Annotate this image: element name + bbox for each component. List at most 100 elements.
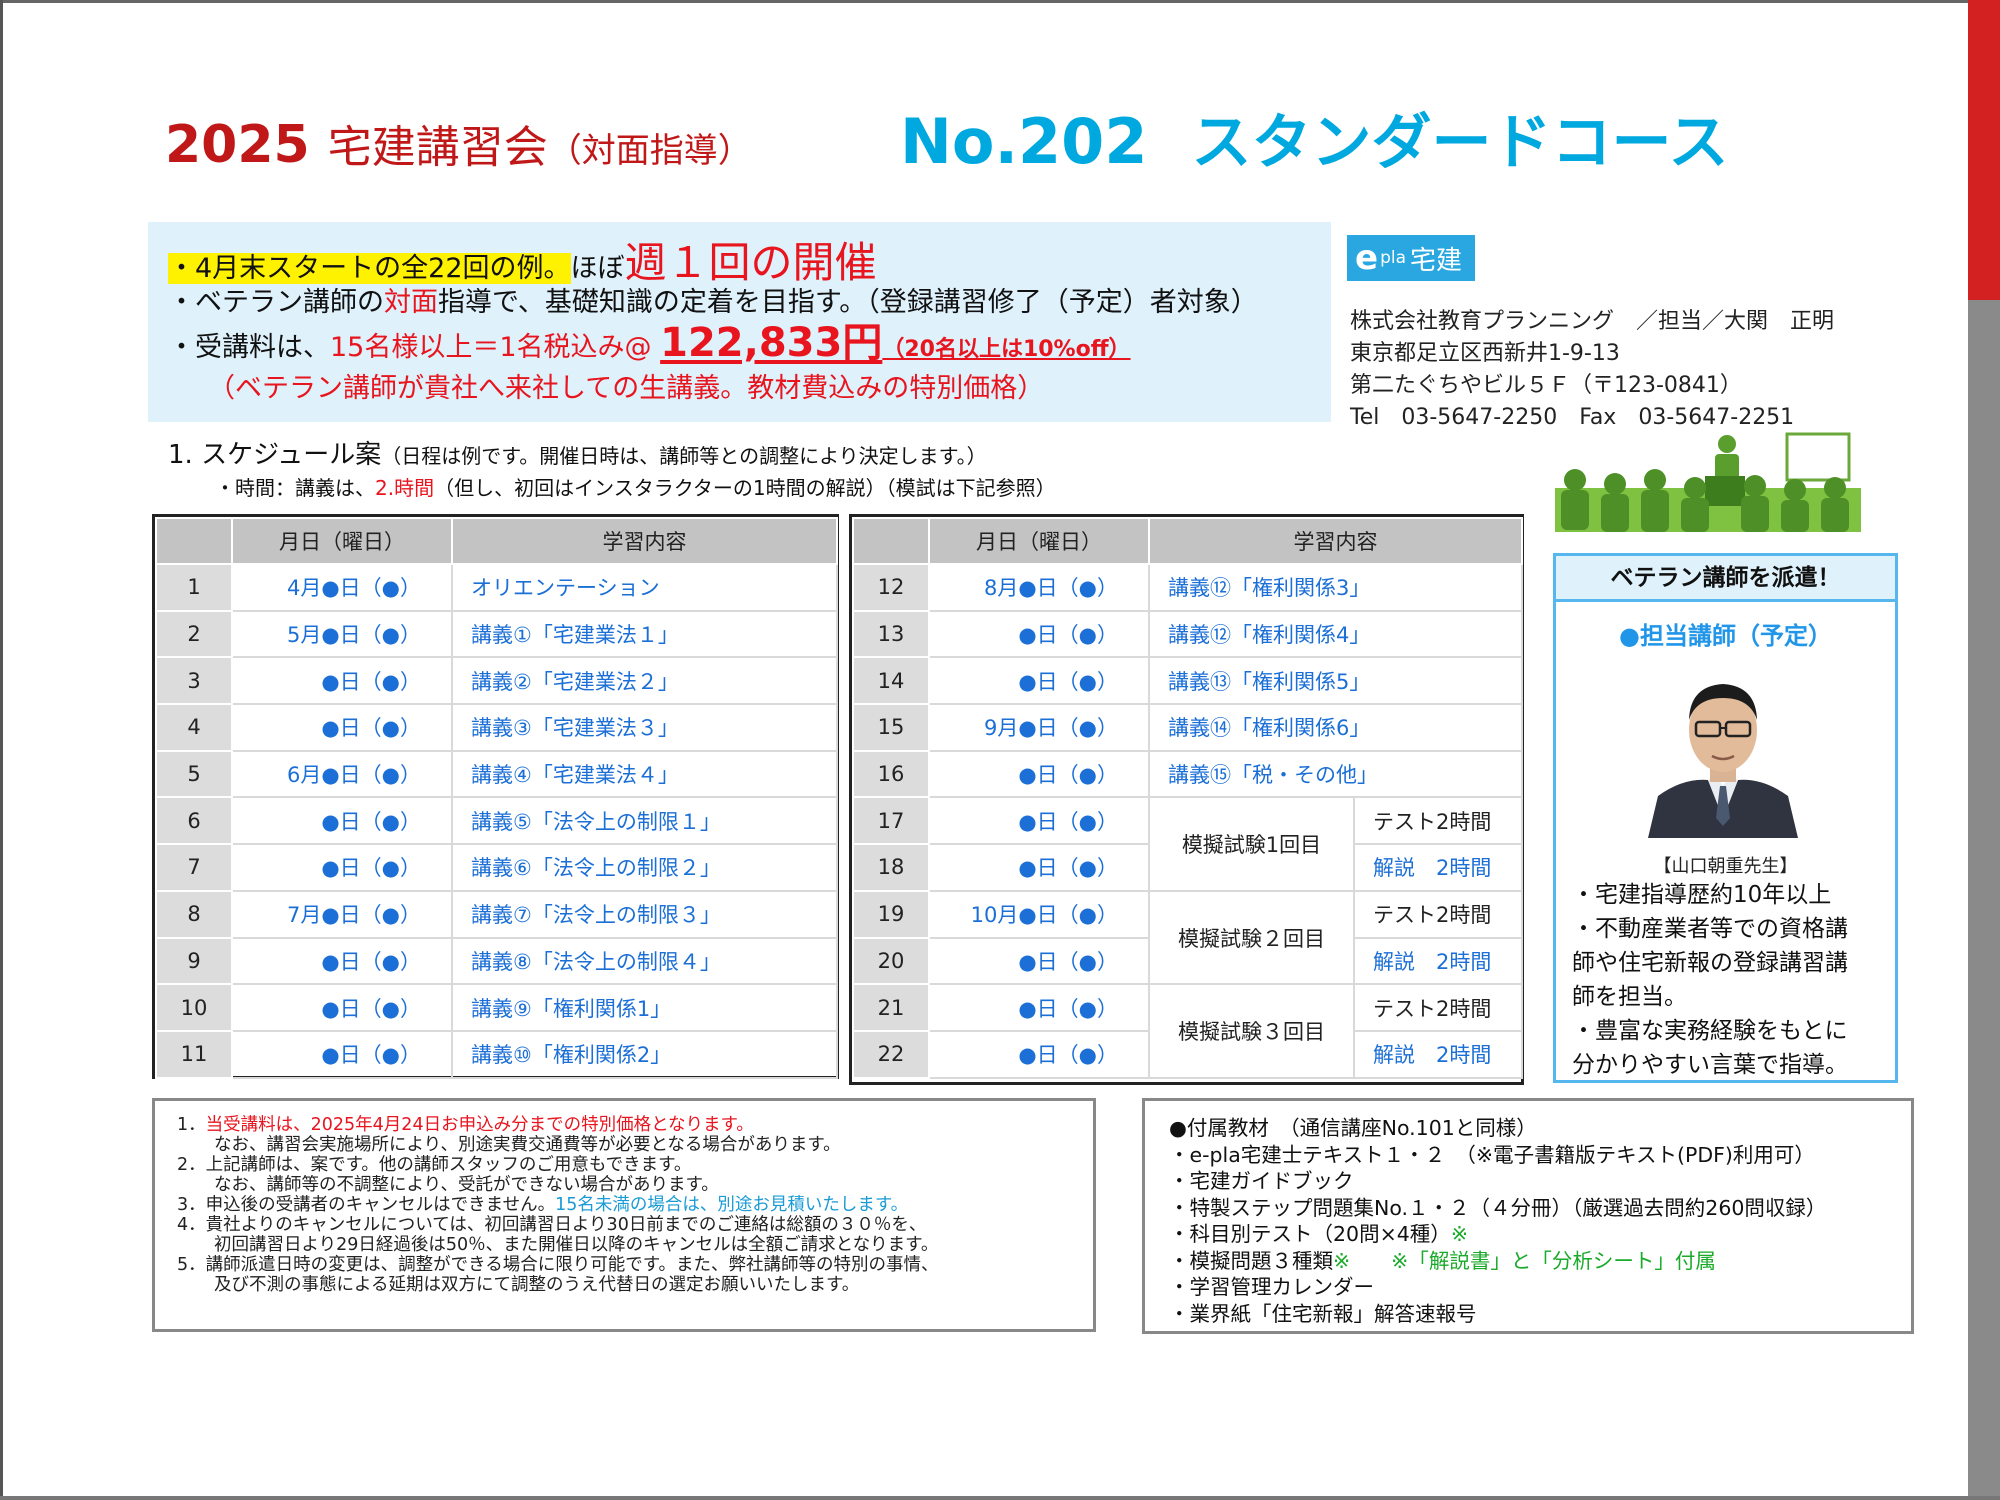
row-number: 16	[852, 749, 930, 799]
material-item: ・宅建ガイドブック	[1169, 1169, 1354, 1193]
page-title: 2025 宅建講習会（対面指導）	[165, 112, 752, 190]
row-number: 5	[155, 749, 233, 799]
bio-line: 師や住宅新報の登録講習講	[1572, 950, 1848, 976]
table-row: 4 ●日（●） 講義③「宅建業法３」	[155, 703, 838, 752]
row-number: 13	[852, 609, 930, 659]
logo-e: e	[1355, 238, 1379, 278]
material-note: ※ ※「解説書」と「分析シート」付属	[1333, 1248, 1716, 1273]
intro-text: 指導で、基礎知識の定着を目指す。（登録講習修了（予定）者対象）	[438, 287, 1258, 318]
intro-line-4: （ベテラン講師が貴社へ来社しての生講義。教材費込みの特別価格）	[208, 373, 1045, 404]
row-date: ●日（●）	[231, 703, 453, 752]
exam-explanation: 解説 2時間	[1353, 843, 1523, 892]
table-row: 10 ●日（●） 講義⑨「権利関係1」	[155, 983, 838, 1032]
material-item: ・模擬問題３種類※ ※「解説書」と「分析シート」付属	[1169, 1248, 1911, 1275]
row-date: ●日（●）	[928, 1029, 1150, 1079]
row-number: 2	[155, 609, 233, 659]
row-date: ●日（●）	[928, 983, 1150, 1032]
row-date: ●日（●）	[231, 656, 453, 706]
course-name: スタンダードコース	[1191, 108, 1729, 178]
row-date: ●日（●）	[231, 843, 453, 892]
table-row: 9 ●日（●） 講義⑧「法令上の制限４」	[155, 936, 838, 986]
row-date: 9月●日（●）	[928, 703, 1150, 752]
note-item: 及び不測の事態による延期は双方にて調整のうえ代替日の選定お願いいたします。	[214, 1275, 860, 1295]
material-item: ・特製ステップ問題集No.１・２（４分冊）（厳選過去問約260問収録）	[1169, 1195, 1827, 1220]
intro-text: ・ベテラン講師の	[168, 287, 384, 318]
bio-line: ・不動産業者等での資格講	[1572, 916, 1848, 942]
table-row: 11 ●日（●） 講義⑩「権利関係2」	[155, 1029, 838, 1079]
material-item: ・e-pla宅建士テキスト１・２ （※電子書籍版テキスト(PDF)利用可）	[1169, 1142, 1815, 1167]
time-text: （但し、初回はインスタラクターの1時間の解説）（模試は下記参照）	[434, 476, 1056, 500]
row-number: 4	[155, 703, 233, 752]
table-row: 2 5月●日（●） 講義①「宅建業法１」	[155, 609, 838, 659]
row-number: 18	[852, 843, 930, 892]
intro-condition: 15名様以上＝1名税込み@	[330, 332, 652, 363]
row-number: 9	[155, 936, 233, 986]
note-item: なお、講習会実施場所により、別途実費交通費等が必要となる場合があります。	[214, 1135, 841, 1155]
time-hours: 2.時間	[375, 476, 435, 500]
row-content: 講義③「宅建業法３」	[451, 703, 838, 752]
materials-heading: ●付属教材 （通信講座No.101と同様）	[1169, 1116, 1537, 1140]
row-content: 講義⑬「権利関係5」	[1148, 656, 1523, 706]
right-accent-red	[1968, 0, 2000, 300]
row-date: ●日（●）	[928, 843, 1150, 892]
row-date: ●日（●）	[928, 609, 1150, 659]
company-info: 株式会社教育プランニング ／担当／大関 正明 東京都足立区西新井1-9-13 第…	[1350, 306, 1834, 434]
note-item: 1．当受講料は、2025年4月24日お申込み分までの特別価格となります。	[177, 1115, 1093, 1135]
exam-name: 模擬試験３回目	[1148, 983, 1355, 1079]
table-row: 5 6月●日（●） 講義④「宅建業法４」	[155, 749, 838, 799]
row-number: 21	[852, 983, 930, 1032]
exam-test: テスト2時間	[1353, 796, 1523, 846]
note-item: なお、講師等の不調整により、受託ができない場合があります。	[214, 1175, 719, 1195]
table-header-row: 月日（曜日） 学習内容	[852, 517, 1523, 565]
row-content: 講義⑧「法令上の制限４」	[451, 936, 838, 986]
row-content: 講義⑨「権利関係1」	[451, 983, 838, 1032]
material-item: ・業界紙「住宅新報」解答速報号	[1169, 1301, 1477, 1326]
intro-highlight: ・4月末スタートの全22回の例。	[168, 253, 571, 284]
schedule-table-left: 月日（曜日） 学習内容 1 4月●日（●） オリエンテーション 2 5月●日（●） 講義…	[152, 514, 839, 1079]
schedule-table-right: 月日（曜日） 学習内容 12 8月●日（●） 講義⑫「権利関係3」 13 ●日（●）講…	[849, 514, 1524, 1085]
table-row: 21 ●日（●） 模擬試験３回目 テスト2時間	[852, 983, 1523, 1079]
exam-name: 模擬試験1回目	[1148, 796, 1355, 892]
materials-box: ●付属教材 （通信講座No.101と同様） ・e-pla宅建士テキスト１・２ （…	[1142, 1098, 1914, 1334]
course-title: No.202 スタンダードコース	[900, 104, 1728, 196]
row-date: 4月●日（●）	[231, 563, 453, 612]
intro-face: 対面	[384, 287, 438, 318]
row-date: 6月●日（●）	[231, 749, 453, 799]
material-text: ・科目別テスト（20問×4種）	[1169, 1222, 1451, 1246]
bio-line: ・豊富な実務経験をもとに	[1572, 1018, 1848, 1044]
exam-test: テスト2時間	[1353, 889, 1523, 939]
row-number: 19	[852, 889, 930, 939]
row-date: 5月●日（●）	[231, 609, 453, 659]
row-number: 3	[155, 656, 233, 706]
header-number	[155, 517, 233, 565]
instructor-subtitle: ●担当講師（予定）	[1619, 622, 1832, 650]
table-row: 12 8月●日（●） 講義⑫「権利関係3」	[852, 563, 1523, 612]
title-main: 宅建講習会	[327, 122, 548, 173]
exam-test: テスト2時間	[1353, 983, 1523, 1032]
logo-pla: pla	[1380, 248, 1406, 268]
row-number: 15	[852, 703, 930, 752]
row-number: 12	[852, 563, 930, 612]
row-date: ●日（●）	[231, 796, 453, 846]
instructor-header: ベテラン講師を派遣！	[1556, 556, 1895, 602]
note-item: 4．貴社よりのキャンセルについては、初回講習日より30日前までのご連絡は総額の３…	[177, 1215, 927, 1235]
table-row: 7 ●日（●） 講義⑥「法令上の制限２」	[155, 843, 838, 892]
row-content: 講義⑫「権利関係3」	[1148, 563, 1523, 612]
row-date: ●日（●）	[231, 983, 453, 1032]
left-border	[0, 0, 3, 1500]
time-note: ・時間：講義は、2.時間（但し、初回はインスタラクターの1時間の解説）（模試は下…	[215, 472, 1056, 501]
table-row: 15 9月●日（●） 講義⑭「権利関係6」	[852, 703, 1523, 752]
row-date: ●日（●）	[928, 749, 1150, 799]
instructor-name: 【山口朝重先生】	[1653, 856, 1798, 877]
intro-text: ほぼ	[570, 253, 625, 284]
row-number: 11	[155, 1029, 233, 1079]
schedule-table: 月日（曜日） 学習内容 12 8月●日（●） 講義⑫「権利関係3」 13 ●日（●）講…	[852, 517, 1523, 1079]
price: 122,833円	[660, 320, 883, 366]
right-accent-grey	[1968, 300, 2000, 1500]
note-item: 5．講師派遣日時の変更は、調整ができる場合に限り可能です。また、弊社講師等の特別…	[177, 1255, 939, 1275]
row-date: ●日（●）	[928, 936, 1150, 986]
note-item: 初回講習日より29日経過後は50％、また開催日以降のキャンセルは全額ご請求となり…	[214, 1235, 939, 1255]
row-date: ●日（●）	[928, 796, 1150, 846]
intro-line-1: ・4月末スタートの全22回の例。ほぼ週１回の開催	[168, 242, 877, 286]
exam-explanation: 解説 2時間	[1353, 936, 1523, 986]
